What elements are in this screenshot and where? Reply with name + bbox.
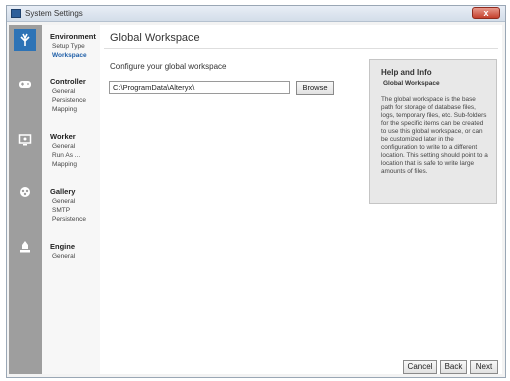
app-icon [11,9,21,18]
nav-heading-gallery[interactable]: Gallery [50,187,86,197]
nav-item-gallery-smtp[interactable]: SMTP [52,206,86,215]
nav-heading-worker[interactable]: Worker [50,132,80,142]
help-body-text: The global workspace is the base path fo… [381,96,488,175]
nav-item-controller-mapping[interactable]: Mapping [52,105,86,114]
monitor-icon[interactable] [14,129,36,151]
nav-heading-controller[interactable]: Controller [50,77,86,87]
nav-group-worker: Worker General Run As ... Mapping [50,132,80,169]
nav-heading-environment[interactable]: Environment [50,32,96,42]
config-label: Configure your global workspace [110,62,227,71]
nav-item-controller-persistence[interactable]: Persistence [52,96,86,105]
gallery-icon[interactable] [14,181,36,203]
nav-item-gallery-persistence[interactable]: Persistence [52,215,86,224]
nav-group-environment: Environment Setup Type Workspace [50,32,96,60]
nav-item-engine-general[interactable]: General [52,252,75,261]
title-divider [104,48,498,49]
help-panel: Help and Info Global Workspace The globa… [369,59,497,204]
settings-nav-panel: Environment Setup Type Workspace Control… [42,25,101,374]
category-icon-sidebar [9,25,42,374]
nav-group-controller: Controller General Persistence Mapping [50,77,86,114]
engine-icon[interactable] [14,236,36,258]
browse-button[interactable]: Browse [296,81,334,95]
nav-item-worker-run-as[interactable]: Run As ... [52,151,80,160]
nav-item-gallery-general[interactable]: General [52,197,86,206]
close-button[interactable]: x [472,7,500,19]
next-button[interactable]: Next [470,360,498,374]
help-heading: Help and Info [381,68,432,77]
nav-item-controller-general[interactable]: General [52,87,86,96]
page-title: Global Workspace [110,32,200,44]
window-title: System Settings [25,9,83,18]
title-bar: System Settings x [7,6,505,22]
help-subheading: Global Workspace [383,80,440,87]
nav-item-workspace[interactable]: Workspace [52,51,96,60]
nav-heading-engine[interactable]: Engine [50,242,75,252]
nav-item-setup-type[interactable]: Setup Type [52,42,96,51]
nav-group-engine: Engine General [50,242,75,261]
gamepad-icon[interactable] [14,73,36,95]
nav-item-worker-general[interactable]: General [52,142,80,151]
nav-item-worker-mapping[interactable]: Mapping [52,160,80,169]
back-button[interactable]: Back [440,360,467,374]
leaf-icon[interactable] [14,29,36,51]
workspace-path-input[interactable]: C:\ProgramData\Alteryx\ [109,81,290,94]
close-icon: x [483,8,489,18]
nav-group-gallery: Gallery General SMTP Persistence [50,187,86,224]
cancel-button[interactable]: Cancel [403,360,437,374]
